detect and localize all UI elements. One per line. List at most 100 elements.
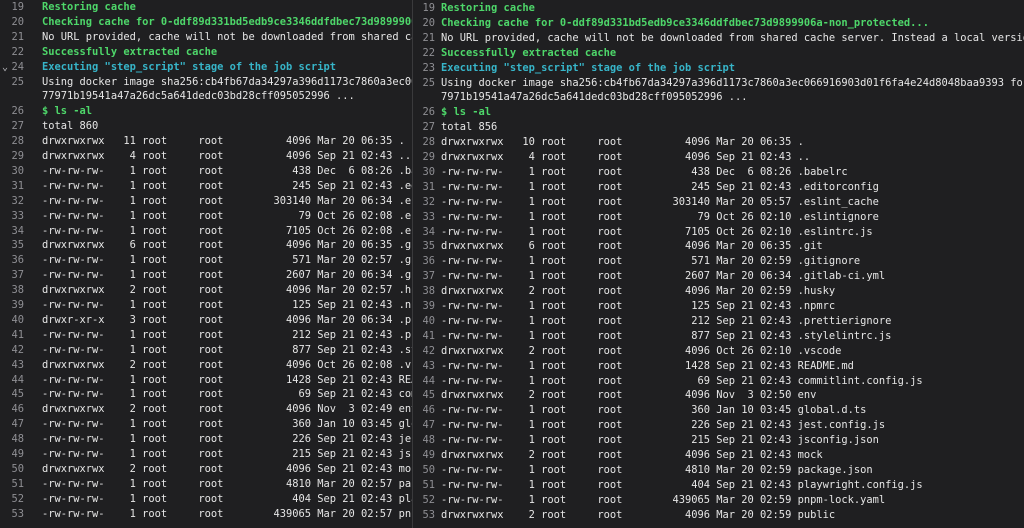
line-number[interactable]: 52 [0,492,24,507]
line-number[interactable]: 24 [0,60,24,75]
log-line: 49 drwxrwxrwx 2 root root 4096 Sep 21 02:… [413,448,1024,463]
line-number[interactable]: 31 [413,180,435,195]
line-number[interactable]: 27 [413,120,435,135]
line-number[interactable]: 36 [0,253,24,268]
line-number[interactable]: 49 [413,448,435,463]
log-text: -rw-rw-rw- 1 root root 79 Oct 26 02:08 .… [42,209,412,222]
line-number[interactable]: 21 [413,31,435,46]
log-line: 46 -rw-rw-rw- 1 root root 360 Jan 10 03:4… [413,403,1024,418]
line-number[interactable]: 39 [413,299,435,314]
line-number[interactable]: 46 [413,403,435,418]
line-number[interactable]: 22 [413,46,435,61]
log-line: 40 -rw-rw-rw- 1 root root 212 Sep 21 02:4… [413,314,1024,329]
line-number[interactable]: 36 [413,254,435,269]
log-line: 77971b19541a47a26dc5a641dedc03bd28cff095… [0,89,412,104]
line-number[interactable]: 42 [0,343,24,358]
line-number[interactable]: 33 [413,210,435,225]
line-number[interactable]: 53 [413,508,435,523]
line-number[interactable]: 29 [0,149,24,164]
line-number[interactable]: 38 [413,284,435,299]
line-number[interactable]: 35 [0,238,24,253]
log-line: 46 drwxrwxrwx 2 root root 4096 Nov 3 02:4… [0,402,412,417]
line-number[interactable]: 40 [0,313,24,328]
line-number[interactable]: 34 [0,224,24,239]
line-number[interactable]: 44 [0,373,24,388]
log-text: -rw-rw-rw- 1 root root 226 Sep 21 02:43 … [42,433,412,446]
log-line: 25 Using docker image sha256:cb4fb67da342… [413,76,1024,91]
line-number[interactable]: 37 [0,268,24,283]
line-number[interactable]: 27 [0,119,24,134]
line-number[interactable]: 38 [0,283,24,298]
log-text: drwxrwxrwx 10 root root 4096 Mar 20 06:3… [441,136,804,149]
line-number[interactable]: 39 [0,298,24,313]
log-line: 35 drwxrwxrwx 6 root root 4096 Mar 20 06:… [413,239,1024,254]
line-number[interactable]: 23 [413,61,435,76]
line-number[interactable]: 21 [0,30,24,45]
log-text: -rw-rw-rw- 1 root root 2607 Mar 20 06:34… [42,269,412,282]
line-number[interactable]: 51 [0,477,24,492]
line-number[interactable]: 51 [413,478,435,493]
line-number[interactable]: 30 [0,164,24,179]
log-text: drwxrwxrwx 11 root root 4096 Mar 20 06:3… [42,135,405,148]
line-number[interactable]: 32 [0,194,24,209]
line-number[interactable]: 41 [413,329,435,344]
line-number[interactable]: 53 [0,507,24,522]
line-number[interactable]: 28 [413,135,435,150]
line-number[interactable]: 19 [0,0,24,15]
log-line: 20 Checking cache for 0-ddf89d331bd5edb9c… [413,16,1024,31]
line-number[interactable]: 26 [413,105,435,120]
line-number[interactable]: 42 [413,344,435,359]
line-number[interactable]: 20 [0,15,24,30]
line-number[interactable]: 34 [413,225,435,240]
line-number[interactable]: 19 [413,1,435,16]
log-text: -rw-rw-rw- 1 root root 877 Sep 21 02:43 … [441,329,892,342]
log-line: 34 -rw-rw-rw- 1 root root 7105 Oct 26 02:… [0,224,412,239]
right-job-log-pane[interactable]: 19 Restoring cache 20 Checking cache for 0-… [412,0,1024,528]
line-number[interactable]: 20 [413,16,435,31]
line-number[interactable]: 52 [413,493,435,508]
line-number[interactable]: 25 [0,75,24,90]
line-number[interactable]: 44 [413,374,435,389]
line-number[interactable]: 48 [413,433,435,448]
line-number[interactable]: 46 [0,402,24,417]
line-number[interactable]: 48 [0,432,24,447]
log-text: Restoring cache [42,1,136,13]
line-number[interactable]: 45 [413,388,435,403]
line-number[interactable]: 50 [0,462,24,477]
line-number[interactable]: 43 [0,358,24,373]
left-job-log-pane[interactable]: 19 Restoring cache 20 Checking cache for 0-… [0,0,412,528]
line-number[interactable]: 45 [0,387,24,402]
line-number[interactable]: 28 [0,134,24,149]
line-number[interactable]: 49 [0,447,24,462]
line-number[interactable]: 30 [413,165,435,180]
log-text: -rw-rw-rw- 1 root root 7105 Oct 26 02:08… [42,224,412,237]
line-number[interactable]: 29 [413,150,435,165]
log-line: 51 -rw-rw-rw- 1 root root 404 Sep 21 02:4… [413,478,1024,493]
line-number[interactable]: 37 [413,269,435,284]
line-number[interactable]: 43 [413,359,435,374]
log-text: Checking cache for 0-ddf89d331bd5edb9ce3… [441,16,929,29]
log-text: -rw-rw-rw- 1 root root 439065 Mar 20 02:… [441,493,886,506]
line-number[interactable]: 31 [0,179,24,194]
line-number[interactable]: 47 [413,418,435,433]
log-line: 39 -rw-rw-rw- 1 root root 125 Sep 21 02:4… [413,299,1024,314]
line-number[interactable]: 32 [413,195,435,210]
log-text: drwxr-xr-x 3 root root 4096 Mar 20 06:34… [42,313,412,326]
line-number[interactable]: 50 [413,463,435,478]
line-number[interactable]: 40 [413,314,435,329]
line-number[interactable]: 41 [0,328,24,343]
line-number[interactable]: 22 [0,45,24,60]
line-number[interactable]: 33 [0,209,24,224]
line-number[interactable]: 25 [413,76,435,91]
log-line: 36 -rw-rw-rw- 1 root root 571 Mar 20 02:5… [0,253,412,268]
log-text: -rw-rw-rw- 1 root root 212 Sep 21 02:43 … [441,314,892,327]
line-number[interactable]: 26 [0,104,24,119]
log-line: 48 -rw-rw-rw- 1 root root 215 Sep 21 02:4… [413,433,1024,448]
log-text: -rw-rw-rw- 1 root root 245 Sep 21 02:43 … [42,179,412,192]
log-text: drwxrwxrwx 2 root root 4096 Nov 3 02:49 … [42,403,412,416]
log-line: 53 drwxrwxrwx 2 root root 4096 Mar 20 02:… [413,508,1024,523]
line-number[interactable]: 47 [0,417,24,432]
log-text: $ ls -al [441,106,492,119]
log-line: 51 -rw-rw-rw- 1 root root 4810 Mar 20 02:… [0,477,412,492]
line-number[interactable]: 35 [413,239,435,254]
